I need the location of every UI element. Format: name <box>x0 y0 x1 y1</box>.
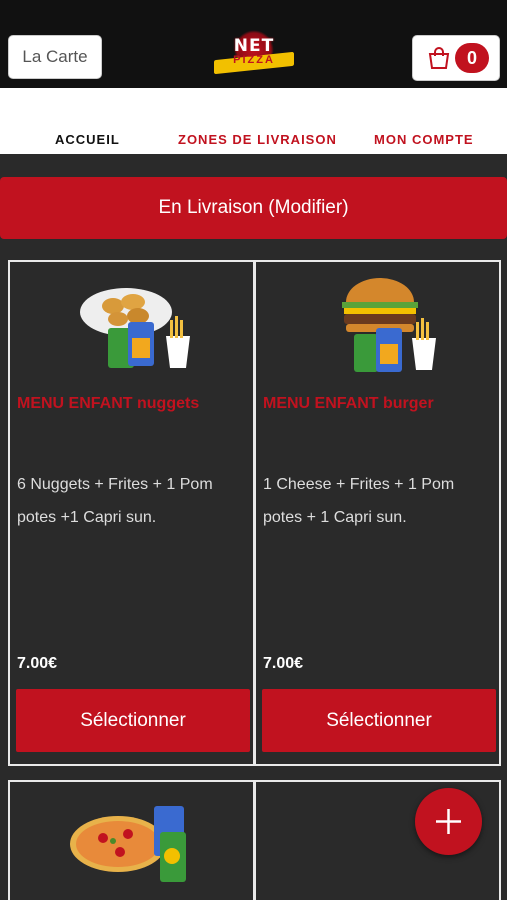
net-pizza-logo[interactable]: NET PIZZA <box>210 30 298 82</box>
plus-icon <box>436 809 461 834</box>
nav-mon-compte[interactable]: MON COMPTE <box>374 132 474 147</box>
select-button[interactable]: Sélectionner <box>262 689 496 752</box>
main-nav: ACCUEIL ZONES DE LIVRAISON MON COMPTE <box>0 88 507 154</box>
product-card: MENU ENFANT nuggets 6 Nuggets + Frites +… <box>8 260 255 766</box>
pizza-menu-image <box>70 806 186 882</box>
product-price: 7.00€ <box>17 655 58 672</box>
nav-accueil[interactable]: ACCUEIL <box>55 132 120 147</box>
product-title: MENU ENFANT burger <box>263 395 434 412</box>
product-description: 1 Cheese + Frites + 1 Pom potes + 1 Capr… <box>263 476 455 526</box>
product-card <box>8 780 255 900</box>
top-bar: La Carte NET PIZZA 0 <box>0 0 507 88</box>
shopping-bag-icon <box>428 47 450 69</box>
product-title: MENU ENFANT nuggets <box>17 395 200 412</box>
product-card: MENU ENFANT burger 1 Cheese + Frites + 1… <box>254 260 501 766</box>
select-button[interactable]: Sélectionner <box>16 689 250 752</box>
la-carte-button[interactable]: La Carte <box>8 35 102 79</box>
nav-zones-livraison[interactable]: ZONES DE LIVRAISON <box>178 132 337 147</box>
cart-button[interactable]: 0 <box>412 35 500 81</box>
logo-text-pizza: PIZZA <box>233 54 275 66</box>
delivery-mode-button[interactable]: En Livraison (Modifier) <box>0 177 507 239</box>
burger-menu-image <box>342 278 436 372</box>
product-price: 7.00€ <box>263 655 304 672</box>
add-button[interactable] <box>415 788 482 855</box>
nuggets-menu-image <box>80 288 190 368</box>
product-description: 6 Nuggets + Frites + 1 Pom potes +1 Capr… <box>17 476 213 526</box>
cart-count-badge: 0 <box>455 43 489 73</box>
